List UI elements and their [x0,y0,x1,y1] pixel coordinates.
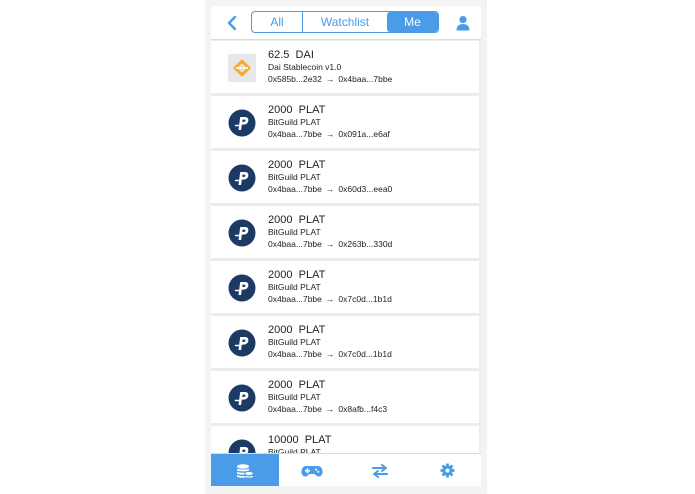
plat-token-icon [228,109,256,137]
arrow-right-icon: → [325,404,335,414]
arrow-right-icon: → [325,184,335,194]
chevron-left-icon [227,15,237,31]
transaction-amount: 2000 PLAT [268,379,325,391]
plat-token-icon [228,274,256,302]
token-symbol: PLAT [298,324,326,336]
token-name: BitGuild PLAT [268,227,321,237]
token-name: BitGuild PLAT [268,172,321,182]
plat-token-icon [228,219,256,247]
tab-all[interactable]: All [252,12,303,32]
transfer-route: 0x4baa...7bbe → 0x60d3...eea0 [268,184,392,194]
transfer-route: 0x4baa...7bbe → 0x091a...e6af [268,129,390,139]
transaction-row[interactable]: 2000 PLAT BitGuild PLAT 0x4baa...7bbe → 0x8a… [211,371,479,423]
from-address: 0x4baa...7bbe [268,349,322,359]
to-address: 0x4baa...7bbe [338,74,393,84]
bottom-nav [211,453,481,486]
dai-token-icon [228,54,256,82]
transaction-row[interactable]: 2000 PLAT BitGuild PLAT 0x4baa...7bbe → 0x09… [211,96,479,148]
transaction-row[interactable]: 2000 PLAT BitGuild PLAT 0x4baa...7bbe → 0x26… [211,206,479,258]
token-name: BitGuild PLAT [268,117,321,127]
plat-token-icon [228,439,256,453]
transaction-row[interactable]: 2000 PLAT BitGuild PLAT 0x4baa...7bbe → 0x7c… [211,316,479,368]
token-symbol: PLAT [298,379,326,391]
user-icon [456,16,470,31]
plat-token-icon [228,164,256,192]
token-name: BitGuild PLAT [268,282,321,292]
filter-tabs: All Watchlist Me [251,11,439,33]
amount-value: 2000 [268,159,293,171]
token-symbol: PLAT [298,269,326,281]
token-symbol: PLAT [298,159,326,171]
nav-settings[interactable] [414,454,482,486]
amount-value: 2000 [268,104,293,116]
amount-value: 2000 [268,269,293,281]
transaction-amount: 10000 PLAT [268,434,331,446]
token-symbol: PLAT [298,104,326,116]
transfer-arrows-icon [371,463,388,478]
from-address: 0x4baa...7bbe [268,184,322,194]
from-address: 0x4baa...7bbe [268,239,322,249]
gear-icon [440,463,455,478]
to-address: 0x091a...e6af [338,129,390,139]
transfer-route: 0x4baa...7bbe → 0x7c0d...1b1d [268,294,392,304]
nav-transfer[interactable] [346,454,414,486]
transaction-row[interactable]: 62.5 DAI Dai Stablecoin v1.0 0x585b...2e32… [211,41,479,93]
token-symbol: PLAT [304,434,332,446]
coins-icon [236,463,254,478]
tab-watchlist[interactable]: Watchlist [303,12,387,32]
transaction-row[interactable]: 2000 PLAT BitGuild PLAT 0x4baa...7bbe → 0x7c… [211,261,479,313]
transaction-row[interactable]: 2000 PLAT BitGuild PLAT 0x4baa...7bbe → 0x60… [211,151,479,203]
amount-value: 62.5 [268,49,290,61]
token-name: BitGuild PLAT [268,392,321,402]
amount-value: 10000 [268,434,299,446]
arrow-right-icon: → [325,239,335,249]
to-address: 0x8afb...f4c3 [338,404,388,414]
plat-token-icon [228,329,256,357]
to-address: 0x7c0d...1b1d [338,349,392,359]
transfer-route: 0x4baa...7bbe → 0x263b...330d [268,239,392,249]
amount-value: 2000 [268,324,293,336]
amount-value: 2000 [268,379,293,391]
token-symbol: DAI [295,49,314,61]
transaction-row[interactable]: 10000 PLAT BitGuild PLAT [211,426,479,453]
back-button[interactable] [221,12,243,34]
transaction-amount: 2000 PLAT [268,159,325,171]
from-address: 0x4baa...7bbe [268,294,322,304]
arrow-right-icon: → [325,74,335,84]
transaction-amount: 2000 PLAT [268,214,325,226]
app-container: All Watchlist Me 62.5 DAI Dai Stablecoin … [211,6,481,486]
top-bar: All Watchlist Me [211,6,481,40]
from-address: 0x4baa...7bbe [268,129,322,139]
nav-assets[interactable] [211,454,279,486]
transfer-route: 0x4baa...7bbe → 0x8afb...f4c3 [268,404,387,414]
to-address: 0x263b...330d [338,239,393,249]
from-address: 0x4baa...7bbe [268,404,322,414]
to-address: 0x60d3...eea0 [338,184,393,194]
amount-value: 2000 [268,214,293,226]
transaction-amount: 62.5 DAI [268,49,314,61]
gamepad-icon [301,465,323,476]
token-name: BitGuild PLAT [268,337,321,347]
nav-games[interactable] [279,454,347,486]
transaction-amount: 2000 PLAT [268,269,325,281]
transaction-list[interactable]: 62.5 DAI Dai Stablecoin v1.0 0x585b...2e32… [211,40,481,453]
from-address: 0x585b...2e32 [268,74,322,84]
plat-token-icon [228,384,256,412]
transfer-route: 0x4baa...7bbe → 0x7c0d...1b1d [268,349,392,359]
arrow-right-icon: → [325,294,335,304]
transaction-amount: 2000 PLAT [268,104,325,116]
tab-me[interactable]: Me [387,12,438,32]
profile-button[interactable] [452,12,474,34]
transaction-amount: 2000 PLAT [268,324,325,336]
to-address: 0x7c0d...1b1d [338,294,392,304]
arrow-right-icon: → [325,349,335,359]
arrow-right-icon: → [325,129,335,139]
transfer-route: 0x585b...2e32 → 0x4baa...7bbe [268,74,392,84]
token-symbol: PLAT [298,214,326,226]
token-name: Dai Stablecoin v1.0 [268,62,342,72]
